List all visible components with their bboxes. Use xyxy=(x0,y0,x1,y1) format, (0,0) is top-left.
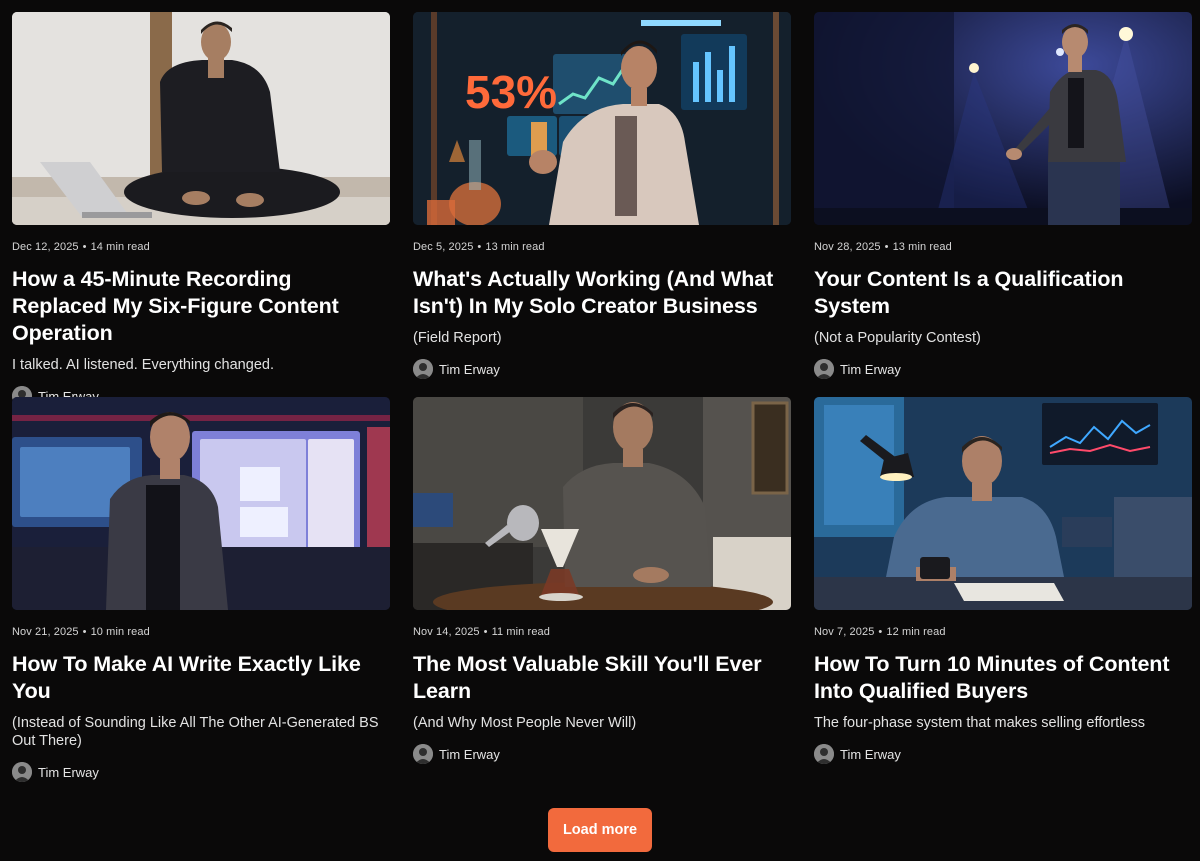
author-avatar xyxy=(814,744,834,764)
post-card: Nov 7, 2025 • 12 min read How To Turn 10 M… xyxy=(814,397,1192,797)
post-thumbnail[interactable] xyxy=(12,397,390,610)
meta-separator: • xyxy=(82,626,87,638)
author-avatar xyxy=(12,762,32,782)
post-thumbnail[interactable]: 53% xyxy=(413,12,791,225)
post-read-time: 12 min read xyxy=(886,626,946,638)
post-thumbnail[interactable] xyxy=(12,12,390,225)
post-subtitle: (And Why Most People Never Will) xyxy=(413,715,637,731)
post-card: Nov 28, 2025 • 13 min read Your Content Is… xyxy=(814,12,1192,397)
lab-experiment-image: 53% xyxy=(413,12,791,225)
post-meta: Dec 12, 2025 • 14 min read xyxy=(12,240,390,254)
meta-separator: • xyxy=(82,241,87,253)
post-date: Nov 21, 2025 xyxy=(12,626,79,638)
author-avatar xyxy=(413,359,433,379)
post-subtitle: I talked. AI listened. Everything change… xyxy=(12,357,274,373)
post-subtitle: (Instead of Sounding Like All The Other … xyxy=(12,715,379,749)
post-subtitle: The four-phase system that makes selling… xyxy=(814,715,1145,731)
author-avatar xyxy=(413,744,433,764)
post-card: Nov 14, 2025 • 11 min read The Most Valuab… xyxy=(413,397,791,797)
stage-speaker-image xyxy=(814,12,1192,225)
post-read-time: 13 min read xyxy=(485,241,545,253)
post-read-time: 11 min read xyxy=(491,626,550,638)
meta-separator: • xyxy=(878,626,883,638)
post-thumbnail[interactable] xyxy=(413,397,791,610)
post-author[interactable]: Tim Erway xyxy=(413,744,791,764)
post-grid: Dec 12, 2025 • 14 min read How a 45-Minute… xyxy=(12,12,1192,797)
post-subtitle: (Not a Popularity Contest) xyxy=(814,330,981,346)
author-name: Tim Erway xyxy=(439,361,500,377)
post-thumbnail[interactable] xyxy=(814,397,1192,610)
post-title[interactable]: How To Make AI Write Exactly Like You xyxy=(12,651,390,705)
load-more-container: Load more xyxy=(0,808,1200,852)
post-author[interactable]: Tim Erway xyxy=(413,359,791,379)
author-avatar xyxy=(814,359,834,379)
post-card: Dec 12, 2025 • 14 min read How a 45-Minute… xyxy=(12,12,390,406)
svg-text:53%: 53% xyxy=(465,66,557,118)
post-title[interactable]: How To Turn 10 Minutes of Content Into Q… xyxy=(814,651,1192,705)
post-subtitle: (Field Report) xyxy=(413,330,502,346)
meta-separator: • xyxy=(884,241,889,253)
post-author[interactable]: Tim Erway xyxy=(814,744,1192,764)
post-meta: Nov 14, 2025 • 11 min read xyxy=(413,625,791,639)
post-title[interactable]: How a 45-Minute Recording Replaced My Si… xyxy=(12,266,390,347)
recording-photo-image xyxy=(12,12,390,225)
post-title[interactable]: The Most Valuable Skill You'll Ever Lear… xyxy=(413,651,791,705)
post-read-time: 13 min read xyxy=(892,241,952,253)
post-meta: Dec 5, 2025 • 13 min read xyxy=(413,240,791,254)
coffee-pour-image xyxy=(413,397,791,610)
post-author[interactable]: Tim Erway xyxy=(12,762,390,782)
post-read-time: 14 min read xyxy=(90,241,150,253)
meta-separator: • xyxy=(477,241,482,253)
post-meta: Nov 21, 2025 • 10 min read xyxy=(12,625,390,639)
author-name: Tim Erway xyxy=(840,361,901,377)
post-card: 53% Dec 5, 2025 • 13 min read What's Actua… xyxy=(413,12,791,397)
load-more-button[interactable]: Load more xyxy=(548,808,652,852)
author-name: Tim Erway xyxy=(38,764,99,780)
post-date: Dec 12, 2025 xyxy=(12,241,79,253)
post-thumbnail[interactable] xyxy=(814,12,1192,225)
post-meta: Nov 28, 2025 • 13 min read xyxy=(814,240,1192,254)
post-title[interactable]: What's Actually Working (And What Isn't)… xyxy=(413,266,791,320)
post-meta: Nov 7, 2025 • 12 min read xyxy=(814,625,1192,639)
post-title[interactable]: Your Content Is a Qualification System xyxy=(814,266,1192,320)
post-date: Nov 7, 2025 xyxy=(814,626,875,638)
post-read-time: 10 min read xyxy=(90,626,150,638)
author-name: Tim Erway xyxy=(840,746,901,762)
post-author[interactable]: Tim Erway xyxy=(814,359,1192,379)
author-name: Tim Erway xyxy=(439,746,500,762)
desk-work-image xyxy=(814,397,1192,610)
post-date: Nov 28, 2025 xyxy=(814,241,881,253)
meta-separator: • xyxy=(483,626,488,638)
post-card: Nov 21, 2025 • 10 min read How To Make AI … xyxy=(12,397,390,797)
ai-workspace-image xyxy=(12,397,390,610)
post-date: Nov 14, 2025 xyxy=(413,626,480,638)
post-date: Dec 5, 2025 xyxy=(413,241,474,253)
